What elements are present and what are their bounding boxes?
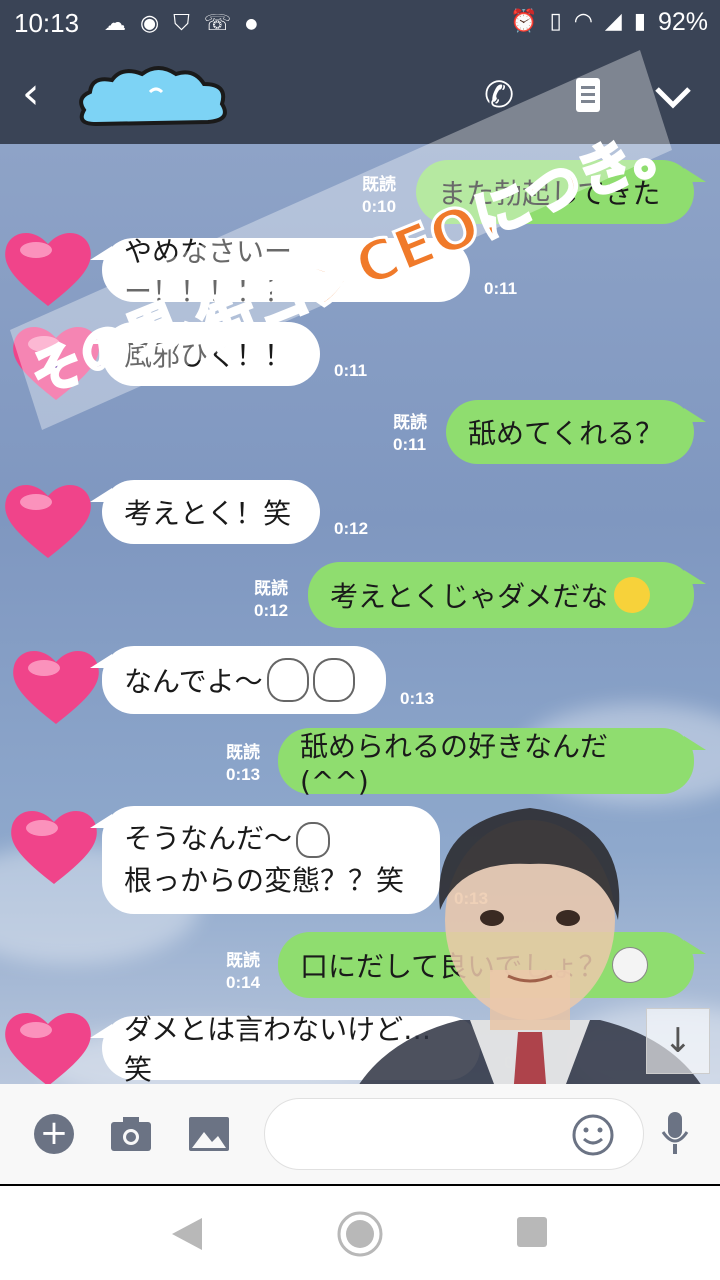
rabbit-emoji-icon bbox=[266, 658, 309, 702]
message-text: 考えとくじゃダメだな bbox=[330, 580, 609, 613]
message-meta: 既読 0:11 bbox=[393, 412, 427, 456]
read-receipt: 既読 bbox=[226, 951, 260, 970]
message-time: 0:10 bbox=[362, 197, 397, 216]
message-time: 0:14 bbox=[504, 1053, 539, 1072]
alarm-icon: ⏰ bbox=[510, 9, 538, 34]
message-time: 0:12 bbox=[254, 601, 289, 620]
message-text: 根っからの変態？？笑 bbox=[124, 864, 405, 897]
chevron-down-icon[interactable] bbox=[654, 86, 692, 110]
cloud-icon bbox=[79, 66, 227, 127]
message-text: やめなさいーー！！！！！ bbox=[124, 235, 293, 308]
message-meta: 既読 0:10 bbox=[362, 174, 396, 218]
scroll-to-bottom-button[interactable]: ↓ bbox=[646, 1008, 710, 1074]
message-time: 0:12 bbox=[334, 519, 369, 538]
message-text: 風邪ひく！！ bbox=[124, 339, 293, 372]
message-time: 0:13 bbox=[400, 689, 435, 708]
system-nav-bar bbox=[0, 1184, 720, 1280]
message-text: 舐められるの好きなんだ(^^) bbox=[300, 729, 609, 798]
message-bubble-out[interactable]: 舐めてくれる？ bbox=[446, 400, 706, 464]
message-bubble-in[interactable]: やめなさいーー！！！！！ bbox=[90, 235, 470, 308]
arrow-down-icon: ↓ bbox=[663, 1021, 693, 1061]
home-circle-icon[interactable] bbox=[336, 1210, 384, 1258]
chat-area[interactable]: 既読 0:10 また勃起してきた やめなさいーー！！！！！ 0:11 風邪ひく！… bbox=[0, 144, 720, 1084]
mic-icon[interactable] bbox=[660, 1110, 690, 1158]
message-bubble-out[interactable]: 舐められるの好きなんだ(^^) bbox=[278, 728, 706, 798]
message-meta: 既読 0:14 bbox=[226, 950, 260, 994]
recents-square-icon[interactable] bbox=[516, 1216, 548, 1248]
message-bubble-in[interactable]: 風邪ひく！！ bbox=[90, 322, 320, 386]
wifi-icon: ◠ bbox=[573, 9, 593, 34]
camera-icon[interactable] bbox=[110, 1116, 152, 1152]
message-time: 0:11 bbox=[393, 435, 427, 454]
avatar[interactable] bbox=[2, 1006, 94, 1084]
message-text: そうなんだ〜 bbox=[124, 822, 293, 855]
message-text: なんでよ〜 bbox=[124, 665, 263, 698]
cloud-sync-icon: ☁ bbox=[104, 11, 126, 36]
sunglasses-mustache-emoji-icon bbox=[614, 577, 651, 613]
avatar[interactable] bbox=[2, 478, 94, 562]
camera-icon: ◉ bbox=[140, 11, 160, 36]
read-receipt: 既読 bbox=[393, 413, 427, 432]
image-icon[interactable] bbox=[188, 1116, 230, 1152]
back-triangle-icon[interactable] bbox=[170, 1216, 204, 1252]
message-text: 考えとく！笑 bbox=[124, 497, 292, 530]
message-input-bar: + bbox=[0, 1084, 720, 1184]
message-time: 0:14 bbox=[226, 973, 261, 992]
message-bubble-in[interactable]: そうなんだ〜 根っからの変態？？笑 bbox=[90, 806, 440, 914]
message-time: 0:13 bbox=[226, 765, 261, 784]
status-time: 10:13 bbox=[14, 8, 80, 38]
message-text: 舐めてくれる？ bbox=[468, 417, 664, 450]
dot-icon: ● bbox=[245, 16, 258, 32]
note-icon[interactable] bbox=[574, 76, 602, 114]
avatar[interactable] bbox=[10, 644, 102, 728]
message-meta: 既読 0:13 bbox=[226, 742, 260, 786]
message-bubble-in[interactable]: 考えとく！笑 bbox=[90, 480, 320, 544]
rabbit-emoji-icon bbox=[296, 822, 331, 858]
phone-icon[interactable]: ✆ bbox=[484, 74, 514, 118]
rabbit-emoji-icon bbox=[312, 658, 355, 702]
avatar[interactable] bbox=[2, 226, 94, 310]
read-receipt: 既読 bbox=[254, 579, 288, 598]
status-bar: 10:13 ☁ ◉ ⛉ ☏ ● ⏰ ▯ ◠ ◢ ▮ 92% bbox=[0, 0, 720, 48]
message-text: また勃起してきた bbox=[438, 177, 661, 210]
chevron-left-icon[interactable]: ‹ bbox=[22, 70, 40, 118]
smiley-icon[interactable] bbox=[572, 1114, 614, 1156]
battery-percent: 92% bbox=[657, 8, 708, 36]
message-text: 口にだして良いでしょ？ bbox=[300, 950, 607, 983]
shield-icon: ⛉ bbox=[173, 11, 190, 36]
message-text: ダメとは言わないけど…笑 bbox=[124, 1013, 432, 1084]
signal-icon: ◢ bbox=[604, 9, 622, 34]
message-time: 0:11 bbox=[334, 361, 368, 380]
message-meta: 既読 0:12 bbox=[254, 578, 288, 622]
message-time: 0:11 bbox=[484, 279, 518, 298]
read-receipt: 既読 bbox=[226, 743, 260, 762]
avatar[interactable] bbox=[8, 804, 100, 888]
sunglasses-emoji-icon bbox=[612, 947, 649, 983]
message-bubble-out[interactable]: 考えとくじゃダメだな bbox=[308, 562, 706, 628]
battery-icon: ▮ bbox=[633, 9, 646, 34]
vibrate-icon: ▯ bbox=[549, 9, 562, 34]
message-bubble-out[interactable]: 口にだして良いでしょ？ bbox=[278, 932, 706, 998]
message-time: 0:13 bbox=[454, 889, 489, 908]
read-receipt: 既読 bbox=[362, 175, 396, 194]
avatar[interactable] bbox=[10, 320, 102, 404]
phone-shield-icon: ☏ bbox=[203, 11, 232, 36]
message-bubble-in[interactable]: ダメとは言わないけど…笑 bbox=[90, 1013, 480, 1084]
chat-header: ‹ ✆ bbox=[0, 48, 720, 144]
plus-icon[interactable]: + bbox=[34, 1114, 74, 1154]
message-bubble-in[interactable]: なんでよ〜 bbox=[90, 646, 386, 714]
message-bubble-out[interactable]: また勃起してきた bbox=[416, 160, 706, 224]
